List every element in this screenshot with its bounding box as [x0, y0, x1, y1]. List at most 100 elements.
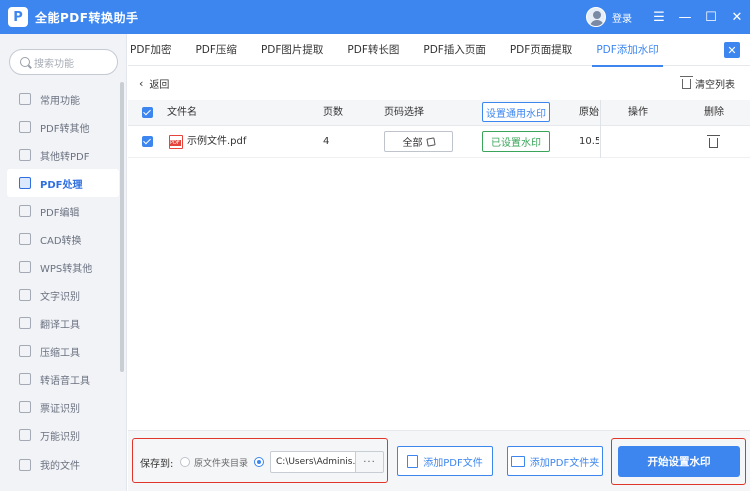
login-link[interactable]: 登录 [612, 10, 632, 25]
ticket-icon [19, 401, 31, 413]
sidebar-item-label: 万能识别 [40, 431, 80, 443]
table-header: 文件名 页数 页码选择 设置通用水印 原始 操作 删除 [128, 100, 750, 126]
pdf-file-icon: PDF [169, 135, 183, 149]
start-watermark-button[interactable]: 开始设置水印 [618, 446, 740, 477]
radio-source-folder-label: 原文件夹目录 [194, 459, 249, 469]
set-common-watermark-button[interactable]: 设置通用水印 [482, 102, 550, 122]
sidebar-item-label: WPS转其他 [40, 263, 93, 275]
sidebar-item-label: PDF编辑 [40, 207, 80, 219]
tab-pdf-watermark[interactable]: PDF添加水印 [584, 34, 670, 67]
delete-row-icon[interactable] [707, 135, 720, 148]
add-file-icon [407, 454, 419, 468]
clear-list-label: 清空列表 [695, 80, 735, 91]
sidebar-item-label: 票证识别 [40, 403, 80, 415]
column-divider [600, 100, 601, 158]
back-button[interactable]: ‹ 返回 [139, 76, 169, 91]
watermark-set-button[interactable]: 已设置水印 [482, 131, 550, 152]
sidebar-item-compress[interactable]: 压缩工具 [7, 337, 119, 365]
sidebar-nav: 常用功能 PDF转其他 其他转PDF PDF处理 PDF编辑 CAD转换 WPS… [7, 85, 119, 449]
sidebar-item-label: 压缩工具 [40, 347, 80, 359]
col-filename: 文件名 [167, 107, 197, 118]
translate-icon [19, 317, 31, 329]
scan-icon [19, 429, 31, 441]
my-files-label: 我的文件 [40, 461, 80, 472]
app-title: 全能PDF转换助手 [35, 10, 139, 25]
tab-pdf-image-extract[interactable]: PDF图片提取 [249, 34, 335, 66]
sidebar-item-common[interactable]: 常用功能 [7, 85, 119, 113]
sidebar-item-pdf-edit[interactable]: PDF编辑 [7, 197, 119, 225]
save-path-field[interactable]: C:\Users\Adminis... [270, 451, 356, 473]
page-select-button[interactable]: 全部 [384, 131, 453, 152]
wps-icon [19, 261, 31, 273]
cad-icon [19, 233, 31, 245]
title-bar: P 全能PDF转换助手 登录 ☰ — ☐ ✕ [0, 0, 750, 34]
close-panel-icon[interactable]: ✕ [724, 42, 740, 58]
page-select-label: 全部 [402, 138, 423, 149]
compress-icon [19, 345, 31, 357]
search-input[interactable]: 搜索功能 [9, 49, 118, 75]
row-filename: 示例文件.pdf [187, 136, 247, 147]
sidebar-item-pdf-process[interactable]: PDF处理 [7, 169, 119, 197]
save-to-label: 保存到: [140, 459, 174, 470]
add-folder-icon [510, 455, 525, 467]
voice-icon [19, 373, 31, 385]
radio-custom-path[interactable] [254, 457, 264, 467]
col-page-select: 页码选择 [384, 107, 424, 118]
window-close-icon[interactable]: ✕ [724, 0, 750, 34]
clear-list-button[interactable]: 清空列表 [680, 75, 735, 91]
sidebar-item-label: 文字识别 [40, 291, 80, 303]
tab-pdf-encrypt[interactable]: PDF加密 [128, 34, 183, 66]
tab-pdf-insert-page[interactable]: PDF插入页面 [411, 34, 497, 66]
menu-icon[interactable]: ☰ [646, 0, 672, 34]
sidebar-item-translate[interactable]: 翻译工具 [7, 309, 119, 337]
row-original-size: 10.5 [579, 136, 599, 147]
select-all-checkbox[interactable] [142, 107, 153, 118]
sidebar-scrollbar[interactable] [120, 82, 124, 372]
tool-tabs: PDF加密 PDF压缩 PDF图片提取 PDF转长图 PDF插入页面 PDF页面… [128, 34, 750, 67]
user-avatar-icon[interactable] [586, 7, 606, 27]
search-placeholder: 搜索功能 [34, 58, 74, 70]
col-pages: 页数 [323, 107, 343, 118]
sidebar-item-wps[interactable]: WPS转其他 [7, 253, 119, 281]
sidebar-item-ticket[interactable]: 票证识别 [7, 393, 119, 421]
add-pdf-folder-label: 添加PDF文件夹 [529, 457, 600, 469]
tab-pdf-page-extract[interactable]: PDF页面提取 [498, 34, 584, 66]
sidebar-item-ocr[interactable]: 文字识别 [7, 281, 119, 309]
text-ocr-icon [19, 289, 31, 301]
sidebar-item-tts[interactable]: 转语音工具 [7, 365, 119, 393]
folder-icon [19, 458, 31, 471]
row-checkbox[interactable] [142, 136, 153, 147]
add-pdf-file-label: 添加PDF文件 [423, 457, 483, 469]
browse-path-button[interactable]: ··· [356, 451, 384, 473]
sidebar-item-cad[interactable]: CAD转换 [7, 225, 119, 253]
file-convert-icon [19, 149, 31, 161]
pdf-process-icon [19, 177, 31, 189]
col-ops: 操作 [628, 107, 648, 118]
row-pages: 4 [323, 136, 330, 147]
sidebar-item-pdf-to-other[interactable]: PDF转其他 [7, 113, 119, 141]
table-row: PDF 示例文件.pdf 4 全部 已设置水印 10.5 [128, 126, 750, 158]
chevron-left-icon: ‹ [139, 77, 144, 90]
sidebar-item-label: PDF转其他 [40, 123, 90, 135]
sidebar-item-label: 翻译工具 [40, 319, 80, 331]
sidebar-item-other-to-pdf[interactable]: 其他转PDF [7, 141, 119, 169]
col-original: 原始 [579, 107, 599, 118]
sidebar-item-label: 常用功能 [40, 95, 80, 107]
trash-icon [680, 75, 693, 89]
sidebar: 搜索功能 常用功能 PDF转其他 其他转PDF PDF处理 PDF编辑 CAD转… [0, 34, 127, 491]
pen-icon [425, 136, 436, 147]
maximize-icon[interactable]: ☐ [698, 0, 724, 34]
sidebar-item-label: PDF处理 [40, 179, 83, 191]
minimize-icon[interactable]: — [672, 0, 698, 34]
pdf-convert-icon [19, 121, 31, 133]
radio-source-folder[interactable] [180, 457, 190, 467]
col-delete: 删除 [704, 107, 724, 118]
tab-pdf-compress[interactable]: PDF压缩 [183, 34, 248, 66]
sidebar-item-label: 其他转PDF [40, 151, 90, 163]
add-pdf-file-button[interactable]: 添加PDF文件 [397, 446, 493, 476]
add-pdf-folder-button[interactable]: 添加PDF文件夹 [507, 446, 603, 476]
tab-pdf-to-long-image[interactable]: PDF转长图 [335, 34, 411, 66]
sidebar-item-universal[interactable]: 万能识别 [7, 421, 119, 449]
edit-icon [19, 205, 31, 217]
my-files-link[interactable]: 我的文件 [19, 457, 80, 472]
